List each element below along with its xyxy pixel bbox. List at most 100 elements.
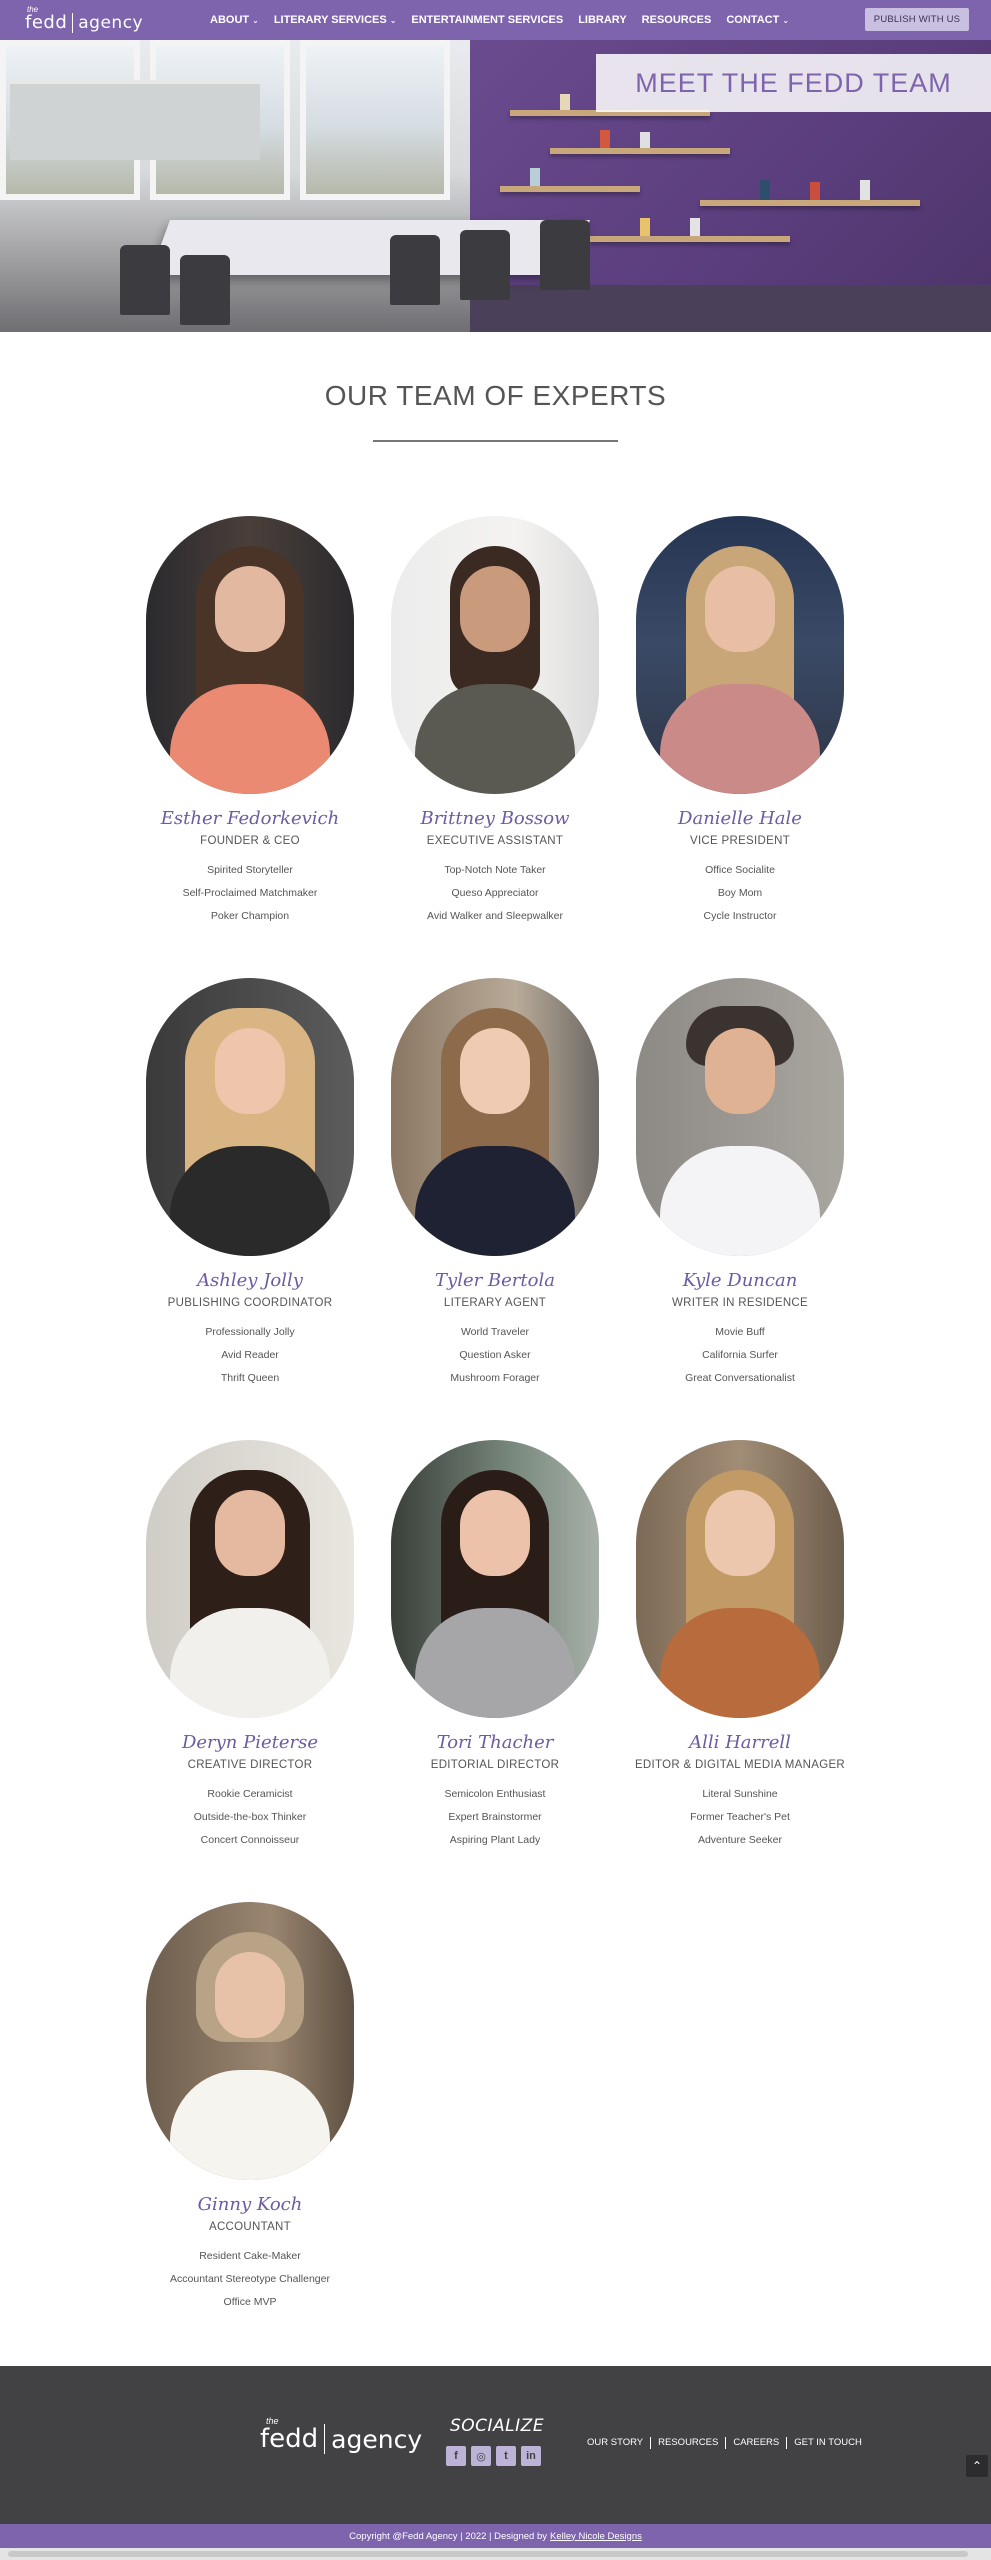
team-member-facts: Top-Notch Note Taker Queso Appreciator A…	[375, 859, 615, 928]
footer-link-our-story[interactable]: OUR STORY	[580, 2437, 652, 2449]
photo-clothing	[170, 1146, 330, 1256]
team-member-card: Alli Harrell EDITOR & DIGITAL MEDIA MANA…	[620, 1440, 860, 1852]
twitter-icon[interactable]: t	[496, 2446, 516, 2466]
book	[640, 132, 650, 148]
nav-literary-services[interactable]: LITERARY SERVICES ⌄	[274, 14, 397, 26]
office-chair	[460, 230, 510, 300]
team-member-fact: Question Asker	[459, 1349, 531, 1361]
team-member-role: EXECUTIVE ASSISTANT	[426, 835, 564, 847]
footer-link-resources[interactable]: RESOURCES	[651, 2437, 727, 2449]
wall-shelf	[550, 148, 730, 154]
site-logo[interactable]: the fedd agency	[25, 5, 143, 33]
facebook-icon[interactable]: f	[446, 2446, 466, 2466]
book	[560, 94, 570, 110]
team-member-role: CREATIVE DIRECTOR	[187, 1759, 313, 1771]
team-member-fact: World Traveler	[460, 1326, 530, 1338]
team-member-name: Tyler Bertola	[435, 1270, 555, 1291]
office-chair	[390, 235, 440, 305]
team-member-card: Ashley Jolly PUBLISHING COORDINATOR Prof…	[130, 978, 370, 1390]
building-outside-window	[10, 80, 260, 160]
team-member-fact: Adventure Seeker	[697, 1834, 783, 1846]
team-member-role: VICE PRESIDENT	[689, 835, 791, 847]
photo-clothing	[415, 1146, 575, 1256]
team-member-facts: Literal Sunshine Former Teacher's Pet Ad…	[620, 1783, 860, 1852]
team-member-role: WRITER IN RESIDENCE	[671, 1297, 809, 1309]
copyright-bar: Copyright @Fedd Agency | 2022 | Designed…	[0, 2524, 991, 2548]
team-member-role: ACCOUNTANT	[208, 2221, 291, 2233]
team-member-photo	[636, 1440, 844, 1718]
team-member-role: LITERARY AGENT	[443, 1297, 547, 1309]
horizontal-scrollbar[interactable]	[0, 2548, 991, 2560]
chevron-down-icon: ⌄	[389, 15, 397, 25]
team-member-fact: Spirited Storyteller	[207, 864, 293, 876]
nav-library[interactable]: LIBRARY	[578, 14, 626, 26]
nav-library-label: LIBRARY	[578, 14, 627, 26]
team-member-fact: Mushroom Forager	[450, 1372, 540, 1384]
team-member-role: EDITOR & DIGITAL MEDIA MANAGER	[634, 1759, 846, 1771]
team-member-photo	[146, 516, 354, 794]
photo-face	[705, 1028, 775, 1114]
office-chair	[120, 245, 170, 315]
team-member-photo	[636, 516, 844, 794]
wall-shelf	[700, 200, 920, 206]
team-member-fact: Accountant Stereotype Challenger	[170, 2273, 330, 2285]
team-member-fact: Literal Sunshine	[702, 1788, 778, 1800]
office-window	[300, 40, 450, 200]
team-member-card: Tyler Bertola LITERARY AGENT World Trave…	[375, 978, 615, 1390]
team-member-role: PUBLISHING COORDINATOR	[167, 1297, 333, 1309]
team-member-fact: Thrift Queen	[220, 1372, 280, 1384]
team-member-photo	[146, 1440, 354, 1718]
footer-link-careers[interactable]: CAREERS	[726, 2437, 788, 2449]
team-member-photo	[146, 978, 354, 1256]
copyright-text: Copyright @Fedd Agency | 2022 | Designed…	[349, 2530, 547, 2542]
book	[530, 168, 540, 186]
hero-banner: MEET THE FEDD TEAM	[0, 40, 991, 332]
photo-face	[215, 1952, 285, 2038]
hero-title-box: MEET THE FEDD TEAM	[596, 54, 991, 112]
photo-clothing	[170, 684, 330, 794]
team-member-fact: Semicolon Enthusiast	[444, 1788, 546, 1800]
photo-face	[705, 1490, 775, 1576]
publish-with-us-button[interactable]: PUBLISH WITH US	[865, 8, 969, 31]
wall-shelf	[500, 186, 640, 192]
team-member-fact: Former Teacher's Pet	[690, 1811, 790, 1823]
nav-entertainment-services-label: ENTERTAINMENT SERVICES	[411, 14, 564, 26]
team-member-name: Deryn Pieterse	[181, 1732, 319, 1753]
team-member-fact: Queso Appreciator	[451, 887, 539, 899]
socialize-heading: SOCIALIZE	[450, 2416, 545, 2436]
main-nav: ABOUT ⌄ LITERARY SERVICES ⌄ ENTERTAINMENT …	[210, 0, 789, 40]
footer-logo-fedd: fedd	[260, 2424, 319, 2454]
team-member-facts: Professionally Jolly Avid Reader Thrift …	[130, 1321, 370, 1390]
back-to-top-icon[interactable]: ⌃	[966, 2455, 988, 2477]
team-member-fact: Movie Buff	[715, 1326, 765, 1338]
photo-clothing	[415, 684, 575, 794]
section-divider	[373, 440, 618, 442]
team-member-fact: Rookie Ceramicist	[207, 1788, 293, 1800]
footer-logo[interactable]: the fedd agency	[260, 2416, 422, 2454]
designer-link[interactable]: Kelley Nicole Designs	[550, 2531, 642, 2542]
wall-shelf	[590, 236, 790, 242]
footer-link-get-in-touch[interactable]: GET IN TOUCH	[787, 2437, 869, 2449]
team-member-fact: Top-Notch Note Taker	[444, 864, 546, 876]
team-member-name: Alli Harrell	[689, 1732, 791, 1753]
footer-nav: OUR STORY RESOURCES CAREERS GET IN TOUCH	[580, 2437, 869, 2449]
scrollbar-thumb[interactable]	[8, 2551, 968, 2557]
nav-about[interactable]: ABOUT ⌄	[210, 14, 259, 26]
office-floor	[470, 285, 991, 332]
team-member-fact: Office MVP	[223, 2296, 277, 2308]
team-member-card: Esther Fedorkevich FOUNDER & CEO Spirite…	[130, 516, 370, 928]
instagram-icon[interactable]: ◎	[471, 2446, 491, 2466]
social-links: f ◎ t in	[446, 2446, 541, 2466]
nav-resources[interactable]: RESOURCES	[642, 14, 712, 26]
linkedin-icon[interactable]: in	[521, 2446, 541, 2466]
team-member-fact: Concert Connoisseur	[200, 1834, 300, 1846]
team-member-facts: Resident Cake-Maker Accountant Stereotyp…	[130, 2245, 370, 2314]
team-member-fact: Poker Champion	[210, 910, 290, 922]
team-member-fact: Great Conversationalist	[685, 1372, 795, 1384]
team-member-name: Ginny Koch	[197, 2194, 303, 2215]
team-member-fact: Avid Reader	[221, 1349, 279, 1361]
team-member-card: Danielle Hale VICE PRESIDENT Office Soci…	[620, 516, 860, 928]
nav-entertainment-services[interactable]: ENTERTAINMENT SERVICES	[411, 14, 563, 26]
team-member-fact: Resident Cake-Maker	[199, 2250, 301, 2262]
nav-contact[interactable]: CONTACT ⌄	[726, 14, 789, 26]
